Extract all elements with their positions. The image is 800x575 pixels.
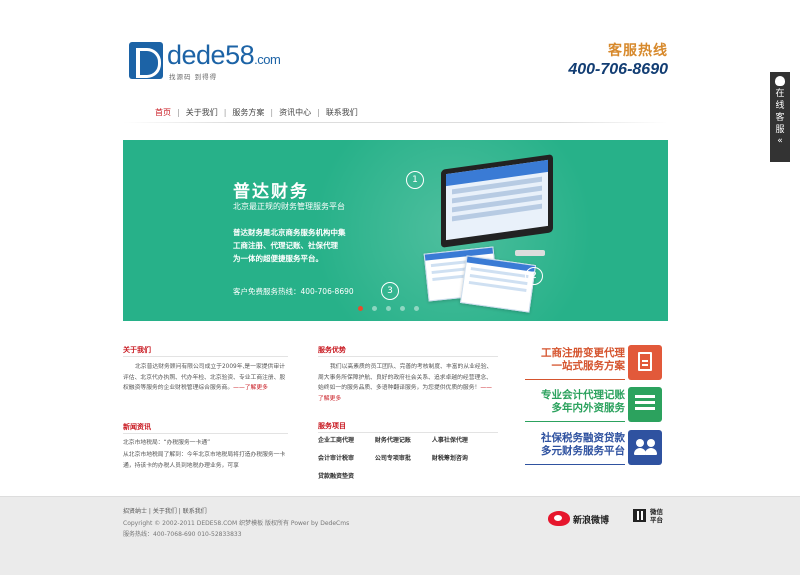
hotline-number: 400-706-8690: [568, 61, 668, 78]
news-headline[interactable]: 北京市地税局：“办税服务一卡通”: [123, 438, 288, 449]
nav-separator: |: [317, 108, 320, 117]
nav-item-contact[interactable]: 联系我们: [326, 107, 358, 118]
nav-separator: |: [270, 108, 274, 117]
promo-text: 社保税务融资贷款 多元财务服务平台: [541, 432, 625, 457]
qrcode-icon: [633, 509, 646, 522]
wechat-link[interactable]: 微信平台: [633, 508, 673, 528]
nav-item-news[interactable]: 资讯中心: [279, 107, 311, 118]
step-marker-1: 1: [406, 171, 424, 189]
site-logo[interactable]: dede58.com 找源码 到得得: [129, 40, 289, 82]
footer-link-contact[interactable]: 联系我们: [183, 508, 207, 515]
step-marker-2: 2: [525, 267, 543, 285]
promo-underline: [525, 421, 625, 422]
monitor-screen: [446, 159, 548, 241]
footer-copyright: Copyright © 2002-2011 DEDE58.COM 织梦模板 版权…: [123, 520, 350, 527]
step-marker-3: 3: [381, 282, 399, 300]
footer-link-about[interactable]: 关于我们: [153, 508, 177, 515]
service-item[interactable]: 会计审计税审: [318, 453, 373, 462]
list-icon: [628, 387, 662, 422]
banner-subtitle: 北京最正规的财务管理服务平台: [233, 202, 345, 211]
logo-slogan: 找源码 到得得: [169, 73, 218, 81]
hotline: 客服热线 400-706-8690: [556, 40, 668, 79]
weibo-link[interactable]: 新浪微博: [548, 509, 628, 529]
service-item[interactable]: 贷款融资垫资: [318, 471, 373, 480]
service-item[interactable]: 企业工商代理: [318, 435, 373, 444]
footer-links: 招贤纳士 | 关于我们 | 联系我们: [123, 508, 207, 515]
nav-item-about[interactable]: 关于我们: [186, 107, 218, 118]
promo-underline: [525, 379, 625, 380]
about-more-link[interactable]: ——了解更多: [233, 385, 268, 391]
service-item[interactable]: 财务代理记账: [375, 435, 430, 444]
hero-banner[interactable]: 普达财务 北京最正规的财务管理服务平台 普达财务是北京商务服务机构中集 工商注册…: [123, 140, 668, 321]
wechat-label: 微信平台: [650, 508, 663, 524]
services-divider: [318, 432, 498, 433]
banner-title: 普达财务: [233, 182, 309, 202]
document-icon: [628, 345, 662, 380]
collapse-arrow-icon[interactable]: «: [770, 136, 790, 146]
news-summary: 从北京市地税局了解到：今年北京市地税局将打造办税服务一卡通，持该卡的办税人员到地…: [123, 452, 286, 469]
about-title[interactable]: 关于我们: [123, 345, 151, 355]
weibo-label: 新浪微博: [573, 516, 610, 526]
nav-separator: |: [223, 108, 227, 117]
monitor-stand: [515, 250, 545, 256]
qq-icon: [775, 76, 785, 86]
about-text: 北京普达财务顾问有限公司成立于2009年,是一家提供审计评估、北京代办执照、代办…: [123, 364, 286, 391]
promo-text: 专业会计代理记账 多年内外资服务: [541, 389, 625, 414]
promo-finance[interactable]: 社保税务融资贷款 多元财务服务平台: [525, 430, 662, 465]
footer-phone: 服务热线：400-7068-690 010-52833833: [123, 531, 242, 538]
footer-link-jobs[interactable]: 招贤纳士: [123, 508, 147, 515]
news-title[interactable]: 新闻资讯: [123, 422, 151, 432]
nav-item-home[interactable]: 首页: [155, 107, 171, 118]
nav-separator: |: [177, 108, 180, 117]
nav-divider: [123, 122, 668, 123]
slider-dot[interactable]: [358, 306, 363, 311]
service-item[interactable]: 公司专项审批: [375, 453, 430, 462]
monitor-illustration: [441, 154, 553, 248]
logo-mark-icon: [129, 42, 163, 79]
services-title[interactable]: 服务项目: [318, 421, 346, 431]
promo-registration[interactable]: 工商注册变更代理 一站式服务方案: [525, 345, 662, 380]
users-icon: [628, 430, 662, 465]
online-service-tab[interactable]: 在 线 客 服 «: [770, 72, 790, 162]
hotline-label: 客服热线: [608, 43, 668, 59]
promo-bookkeeping[interactable]: 专业会计代理记账 多年内外资服务: [525, 387, 662, 422]
promo-text: 工商注册变更代理 一站式服务方案: [541, 347, 625, 372]
nav-item-solutions[interactable]: 服务方案: [232, 107, 264, 118]
slider-dot[interactable]: [414, 306, 419, 311]
advantage-text: 我们以高素质的员工团队、完善的考核制度、丰富的从业经验、周大事务所保障护航、良好…: [318, 364, 493, 402]
slider-dot[interactable]: [400, 306, 405, 311]
document-illustration: [460, 255, 536, 313]
news-divider: [123, 433, 288, 434]
banner-description: 普达财务是北京商务服务机构中集 工商注册、代理记账、社保代理 为一体的超便捷服务…: [233, 228, 346, 263]
slider-pagination: [358, 306, 428, 313]
page-footer: 招贤纳士 | 关于我们 | 联系我们 Copyright © 2002-2011…: [0, 496, 800, 575]
banner-phone: 客户免费服务热线：400-706-8690: [233, 287, 354, 296]
online-service-label: 在 线 客 服: [775, 89, 785, 135]
slider-dot[interactable]: [386, 306, 391, 311]
service-item[interactable]: 财税筹划咨询: [432, 453, 487, 462]
service-item[interactable]: 人事社保代理: [432, 435, 487, 444]
slider-dot[interactable]: [372, 306, 377, 311]
advantage-title[interactable]: 服务优势: [318, 345, 346, 355]
weibo-icon: [548, 511, 570, 526]
logo-text: dede58.com: [167, 40, 281, 70]
services-list: 企业工商代理 财务代理记账 人事社保代理 会计审计税审 公司专项审批 财税筹划咨…: [318, 435, 498, 489]
advantage-divider: [318, 356, 498, 357]
about-divider: [123, 356, 288, 357]
main-nav: 首页 | 关于我们 | 服务方案 | 资讯中心 | 联系我们: [155, 107, 358, 118]
page-header: dede58.com 找源码 到得得 客服热线 400-706-8690 首页 |…: [0, 0, 800, 123]
promo-underline: [525, 464, 625, 465]
